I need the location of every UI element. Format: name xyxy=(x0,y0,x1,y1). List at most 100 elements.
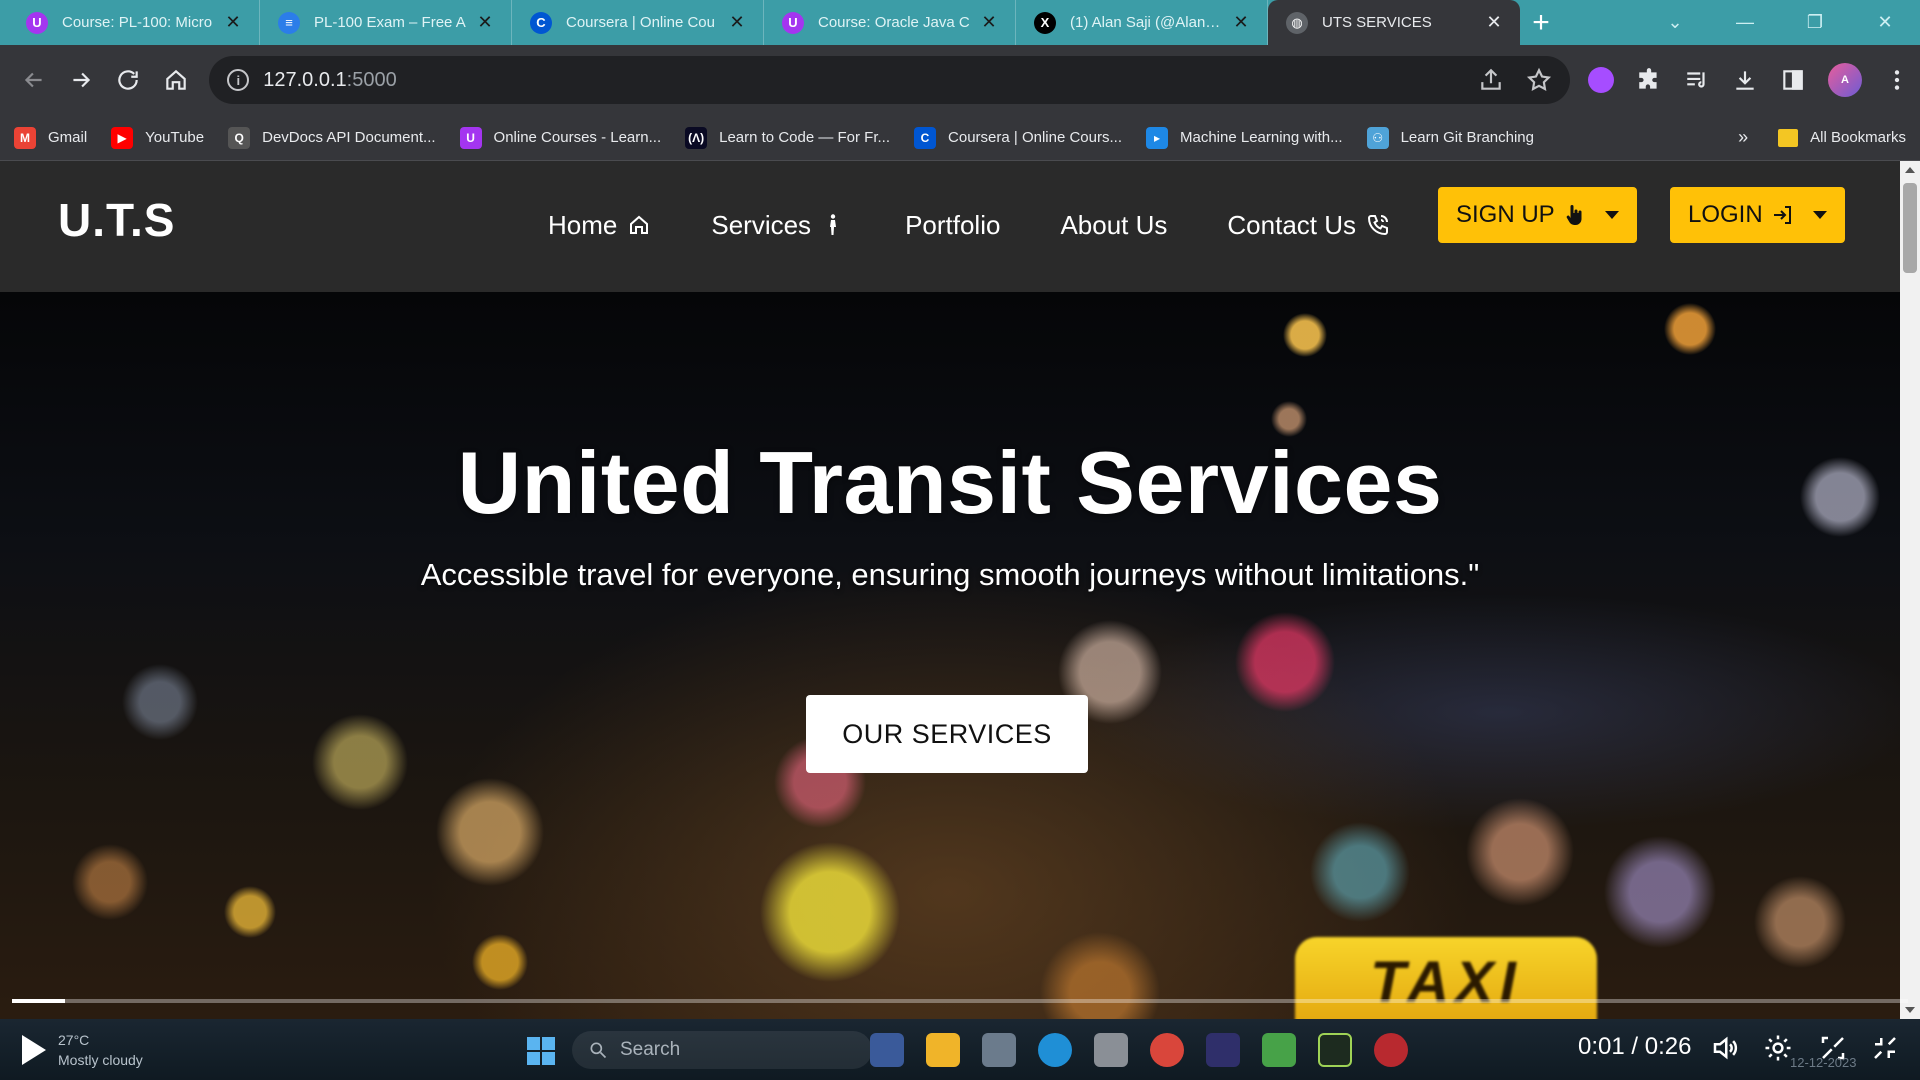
git-icon: ⚇ xyxy=(1366,126,1389,149)
nav-services[interactable]: Services xyxy=(711,210,845,241)
url-port: :5000 xyxy=(346,68,397,91)
bookmark-item[interactable]: ⚇ Learn Git Branching xyxy=(1366,126,1534,149)
screen: U Course: PL-100: Micro ✕ ≡ PL-100 Exam – Fr… xyxy=(0,0,1920,1080)
close-tab-icon[interactable]: ✕ xyxy=(1484,12,1504,33)
reload-button[interactable] xyxy=(105,56,152,104)
window-controls: ⌄ — ❐ ✕ xyxy=(1640,0,1920,45)
browser-tab[interactable]: C Coursera | Online Cou ✕ xyxy=(512,0,764,45)
recorder-icon[interactable] xyxy=(1374,1033,1408,1067)
close-tab-icon[interactable]: ✕ xyxy=(979,12,999,33)
scrollbar-thumb[interactable] xyxy=(1903,183,1917,273)
bookmarks-overflow-icon[interactable]: » xyxy=(1738,127,1748,148)
bookmark-label: Learn to Code — For Fr... xyxy=(719,129,891,146)
jetbrains-icon[interactable] xyxy=(1206,1033,1240,1067)
bookmark-item[interactable]: ▶ YouTube xyxy=(111,126,204,149)
folder-icon xyxy=(1778,128,1799,147)
download-icon[interactable] xyxy=(1732,67,1758,93)
nav-contact-label: Contact Us xyxy=(1227,209,1357,240)
nav-contact[interactable]: Contact Us xyxy=(1227,210,1390,241)
app-icon[interactable] xyxy=(1094,1033,1128,1067)
exit-fullscreen-button[interactable] xyxy=(1870,1033,1900,1068)
restore-icon[interactable]: ❐ xyxy=(1780,12,1850,33)
bookmark-item[interactable]: ▸ Machine Learning with... xyxy=(1145,126,1343,149)
signup-button[interactable]: SIGN UP xyxy=(1438,187,1637,243)
play-icon[interactable] xyxy=(22,1035,46,1065)
close-tab-icon[interactable]: ✕ xyxy=(475,12,495,33)
windows-start-icon[interactable] xyxy=(527,1037,555,1065)
close-tab-icon[interactable]: ✕ xyxy=(727,12,747,33)
coursera-icon: C xyxy=(914,126,937,149)
weather-widget[interactable]: 27°C Mostly cloudy xyxy=(58,1030,143,1070)
share-icon[interactable] xyxy=(1478,67,1504,93)
new-tab-button[interactable]: + xyxy=(1520,0,1562,45)
profile-avatar[interactable]: A xyxy=(1828,63,1862,97)
page-scrollbar[interactable] xyxy=(1900,161,1920,1019)
tab-list: U Course: PL-100: Micro ✕ ≡ PL-100 Exam – Fr… xyxy=(0,0,1520,45)
browser-toolbar: i 127.0.0.1:5000 A xyxy=(0,45,1920,115)
pycharm-icon[interactable] xyxy=(1318,1033,1352,1067)
youtube-icon: ▶ xyxy=(111,126,134,149)
edge-icon[interactable] xyxy=(1038,1033,1072,1067)
browser-tab[interactable]: X (1) Alan Saji (@AlanSa ✕ xyxy=(1016,0,1268,45)
volume-button[interactable] xyxy=(1710,1033,1740,1068)
scroll-up-icon[interactable] xyxy=(1905,167,1915,173)
more-menu-icon[interactable] xyxy=(1884,67,1910,93)
minimize-icon[interactable]: — xyxy=(1710,12,1780,33)
close-tab-icon[interactable]: ✕ xyxy=(1231,12,1251,33)
weather-desc: Mostly cloudy xyxy=(58,1052,143,1068)
tab-title: UTS SERVICES xyxy=(1322,14,1432,31)
all-bookmarks-button[interactable]: All Bookmarks xyxy=(1778,128,1906,147)
address-bar[interactable]: i 127.0.0.1:5000 xyxy=(209,56,1570,104)
nav-about[interactable]: About Us xyxy=(1060,210,1167,241)
login-label: LOGIN xyxy=(1688,201,1763,228)
browser-tab-strip: U Course: PL-100: Micro ✕ ≡ PL-100 Exam – Fr… xyxy=(0,0,1920,45)
git-icon[interactable] xyxy=(1262,1033,1296,1067)
taskview-icon[interactable] xyxy=(870,1033,904,1067)
our-services-button[interactable]: OUR SERVICES xyxy=(806,695,1088,773)
reading-list-icon[interactable] xyxy=(1684,67,1710,93)
browser-tab[interactable]: U Course: Oracle Java C ✕ xyxy=(764,0,1016,45)
puzzle-extensions-icon[interactable] xyxy=(1636,67,1662,93)
nav-home-label: Home xyxy=(548,209,618,240)
tab-title: PL-100 Exam – Free A xyxy=(314,14,466,31)
bookmark-item[interactable]: C Coursera | Online Cours... xyxy=(914,126,1122,149)
nav-home[interactable]: Home xyxy=(548,210,651,241)
store-icon[interactable] xyxy=(982,1033,1016,1067)
home-icon xyxy=(165,69,186,90)
bookmark-item[interactable]: (Λ) Learn to Code — For Fr... xyxy=(685,126,891,149)
video-progress-fill xyxy=(12,999,66,1003)
site-logo[interactable]: U.T.S xyxy=(58,193,175,247)
coursera-icon: C xyxy=(530,11,552,34)
bookmark-item[interactable]: U Online Courses - Learn... xyxy=(459,126,661,149)
login-button[interactable]: LOGIN xyxy=(1670,187,1845,243)
bookmark-star-icon[interactable] xyxy=(1526,67,1552,93)
file-explorer-icon[interactable] xyxy=(926,1033,960,1067)
video-controls-bar: 27°C Mostly cloudy Search 0:01 / 0:26 12… xyxy=(0,1019,1920,1080)
bookmark-label: Gmail xyxy=(48,129,88,146)
forward-button[interactable] xyxy=(57,56,104,104)
video-progress-bar[interactable] xyxy=(12,999,1908,1003)
tab-search-icon[interactable]: ⌄ xyxy=(1640,12,1710,33)
close-window-icon[interactable]: ✕ xyxy=(1850,12,1920,33)
site-info-icon[interactable]: i xyxy=(227,69,250,91)
back-button[interactable] xyxy=(10,56,57,104)
bookmark-item[interactable]: Q DevDocs API Document... xyxy=(228,126,436,149)
hero-section: United Transit Services Accessible trave… xyxy=(0,292,1900,1019)
browser-tab[interactable]: U Course: PL-100: Micro ✕ xyxy=(8,0,260,45)
home-button[interactable] xyxy=(152,56,199,104)
bookmark-item[interactable]: M Gmail xyxy=(14,126,88,149)
gmail-icon: M xyxy=(14,126,36,149)
extension-icon[interactable] xyxy=(1588,67,1614,93)
browser-tab[interactable]: ≡ PL-100 Exam – Free A ✕ xyxy=(260,0,512,45)
nav-portfolio[interactable]: Portfolio xyxy=(905,210,1000,241)
side-panel-icon[interactable] xyxy=(1780,67,1806,93)
close-tab-icon[interactable]: ✕ xyxy=(223,12,243,33)
settings-button[interactable] xyxy=(1763,1033,1793,1068)
search-icon xyxy=(590,1042,607,1059)
globe-icon: ◍ xyxy=(1286,11,1308,34)
scroll-down-icon[interactable] xyxy=(1905,1007,1915,1013)
taskbar-search[interactable]: Search xyxy=(572,1031,872,1069)
browser-tab[interactable]: ◍ UTS SERVICES ✕ xyxy=(1268,0,1520,45)
volume-icon xyxy=(1713,1036,1738,1060)
chrome-icon[interactable] xyxy=(1150,1033,1184,1067)
